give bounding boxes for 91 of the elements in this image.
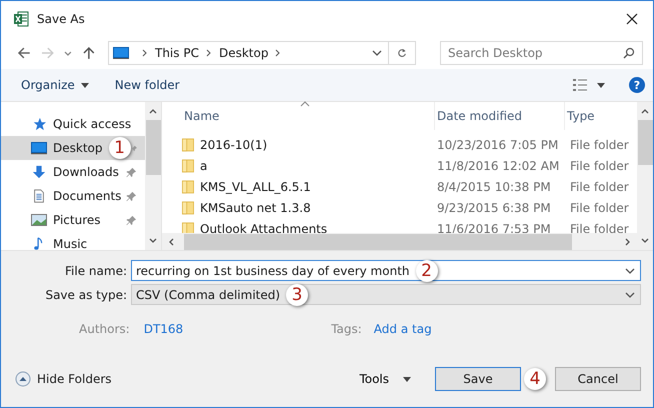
sidebar-label: Desktop <box>53 141 102 155</box>
scroll-left-icon[interactable] <box>168 238 174 246</box>
type-cell-text: File folder <box>569 200 630 214</box>
folder-icon <box>182 221 194 233</box>
document-icon <box>31 189 47 203</box>
organize-menu-button[interactable]: Organize <box>15 74 95 96</box>
type-cell-text: File folder <box>569 222 630 233</box>
file-name[interactable]: KMSauto net 1.3.8 <box>200 200 311 214</box>
file-name[interactable]: 2016-10(1) <box>200 138 268 152</box>
monitor-icon <box>113 47 129 59</box>
scrollbar-thumb[interactable] <box>146 120 160 175</box>
field-label: File name: <box>64 264 128 278</box>
sidebar-label: Downloads <box>53 165 119 179</box>
help-button[interactable]: ? <box>629 77 645 93</box>
step-number-badge: 2 <box>416 260 438 282</box>
scrollbar-thumb[interactable] <box>638 120 652 165</box>
file-name-field[interactable]: recurring on 1st business day of every month 2 <box>131 260 641 281</box>
sort-caret-icon <box>300 101 310 107</box>
type-cell-text: File folder <box>569 138 630 152</box>
folder-icon <box>182 179 194 194</box>
download-arrow-icon <box>31 165 47 179</box>
monitor-icon <box>31 141 47 155</box>
caret-icon <box>403 376 411 382</box>
sidebar-label: Pictures <box>53 213 101 227</box>
caret-icon[interactable] <box>597 82 605 88</box>
sidebar-label: Documents <box>53 189 122 203</box>
step-number-badge: 4 <box>524 368 546 390</box>
address-bar[interactable]: This PC Desktop <box>108 41 416 65</box>
refresh-icon[interactable] <box>397 48 407 58</box>
sidebar-item[interactable]: Pictures <box>1 208 145 232</box>
breadcrumb[interactable]: Desktop <box>218 46 268 60</box>
date-cell-text: 9/23/2015 6:38 PM <box>436 200 552 214</box>
field-label: Authors: <box>79 322 130 336</box>
folder-icon <box>182 200 194 215</box>
column-header[interactable]: Name <box>182 102 434 130</box>
chevron-down-icon[interactable] <box>64 49 72 57</box>
picture-icon <box>31 213 47 227</box>
date-cell-text: 11/8/2016 12:02 AM <box>436 158 560 172</box>
chevron-down-icon[interactable] <box>625 290 635 298</box>
step-number-badge: 1 <box>108 137 130 159</box>
author-link[interactable]: DT168 <box>144 322 184 336</box>
spreadsheet-icon <box>13 11 29 27</box>
search-icon <box>623 47 635 59</box>
scroll-up-icon[interactable] <box>641 108 649 114</box>
search-field[interactable]: Search Desktop <box>440 41 643 65</box>
sidebar-label: Music <box>53 237 88 250</box>
chevron-down-icon[interactable] <box>372 48 382 58</box>
sidebar-item[interactable]: Documents <box>1 184 145 208</box>
file-name[interactable]: Outlook Attachments <box>200 222 328 233</box>
field-label: Tags: <box>331 322 362 336</box>
sidebar-item[interactable]: Desktop 1 <box>1 136 145 160</box>
sidebar-item[interactable]: Downloads <box>1 160 145 184</box>
folder-icon <box>182 158 194 173</box>
scrollbar-thumb[interactable] <box>184 234 572 250</box>
sidebar-label: Quick access <box>53 117 132 131</box>
add-tag-link[interactable]: Add a tag <box>374 322 432 336</box>
type-cell-text: File folder <box>569 158 630 172</box>
type-cell-text: File folder <box>569 180 630 194</box>
scroll-down-icon[interactable] <box>149 238 157 244</box>
folder-icon <box>182 137 194 152</box>
collapse-circle-icon[interactable] <box>15 371 31 387</box>
up-arrow-icon[interactable] <box>82 46 96 60</box>
scroll-right-icon[interactable] <box>625 238 631 246</box>
caret-icon <box>80 82 89 88</box>
breadcrumb[interactable]: This PC <box>155 46 199 60</box>
file-type-dropdown[interactable]: CSV (Comma delimited) 3 <box>131 284 641 305</box>
file-name[interactable]: a <box>200 158 208 172</box>
column-header[interactable]: Type <box>564 102 634 130</box>
save-button[interactable]: Save <box>435 367 521 391</box>
chevron-right-icon <box>142 49 148 57</box>
tools-menu-button[interactable]: Tools <box>353 371 417 387</box>
close-icon[interactable] <box>626 13 638 25</box>
scroll-up-icon[interactable] <box>149 108 157 114</box>
chevron-down-icon[interactable] <box>625 266 635 274</box>
cancel-button[interactable]: Cancel <box>555 367 641 391</box>
chevron-right-icon <box>206 49 212 57</box>
field-label: Save as type: <box>44 288 128 302</box>
list-view-icon[interactable] <box>573 79 587 91</box>
new-folder-button[interactable]: New folder <box>108 74 186 96</box>
window-title: Save As <box>37 12 85 26</box>
back-arrow-icon[interactable] <box>17 46 31 60</box>
scroll-down-icon[interactable] <box>641 238 649 244</box>
sidebar-item[interactable]: Music <box>1 232 145 250</box>
date-cell-text: 8/4/2015 10:38 PM <box>436 180 552 194</box>
step-number-badge: 3 <box>286 284 308 306</box>
date-cell-text: 10/23/2016 7:05 PM <box>436 138 560 152</box>
hide-folders-link[interactable]: Hide Folders <box>37 372 112 386</box>
sidebar-item[interactable]: Quick access <box>1 112 145 136</box>
column-header[interactable]: Date modified <box>434 102 564 130</box>
chevron-right-icon <box>275 49 282 57</box>
file-name[interactable]: KMS_VL_ALL_6.5.1 <box>200 180 311 194</box>
